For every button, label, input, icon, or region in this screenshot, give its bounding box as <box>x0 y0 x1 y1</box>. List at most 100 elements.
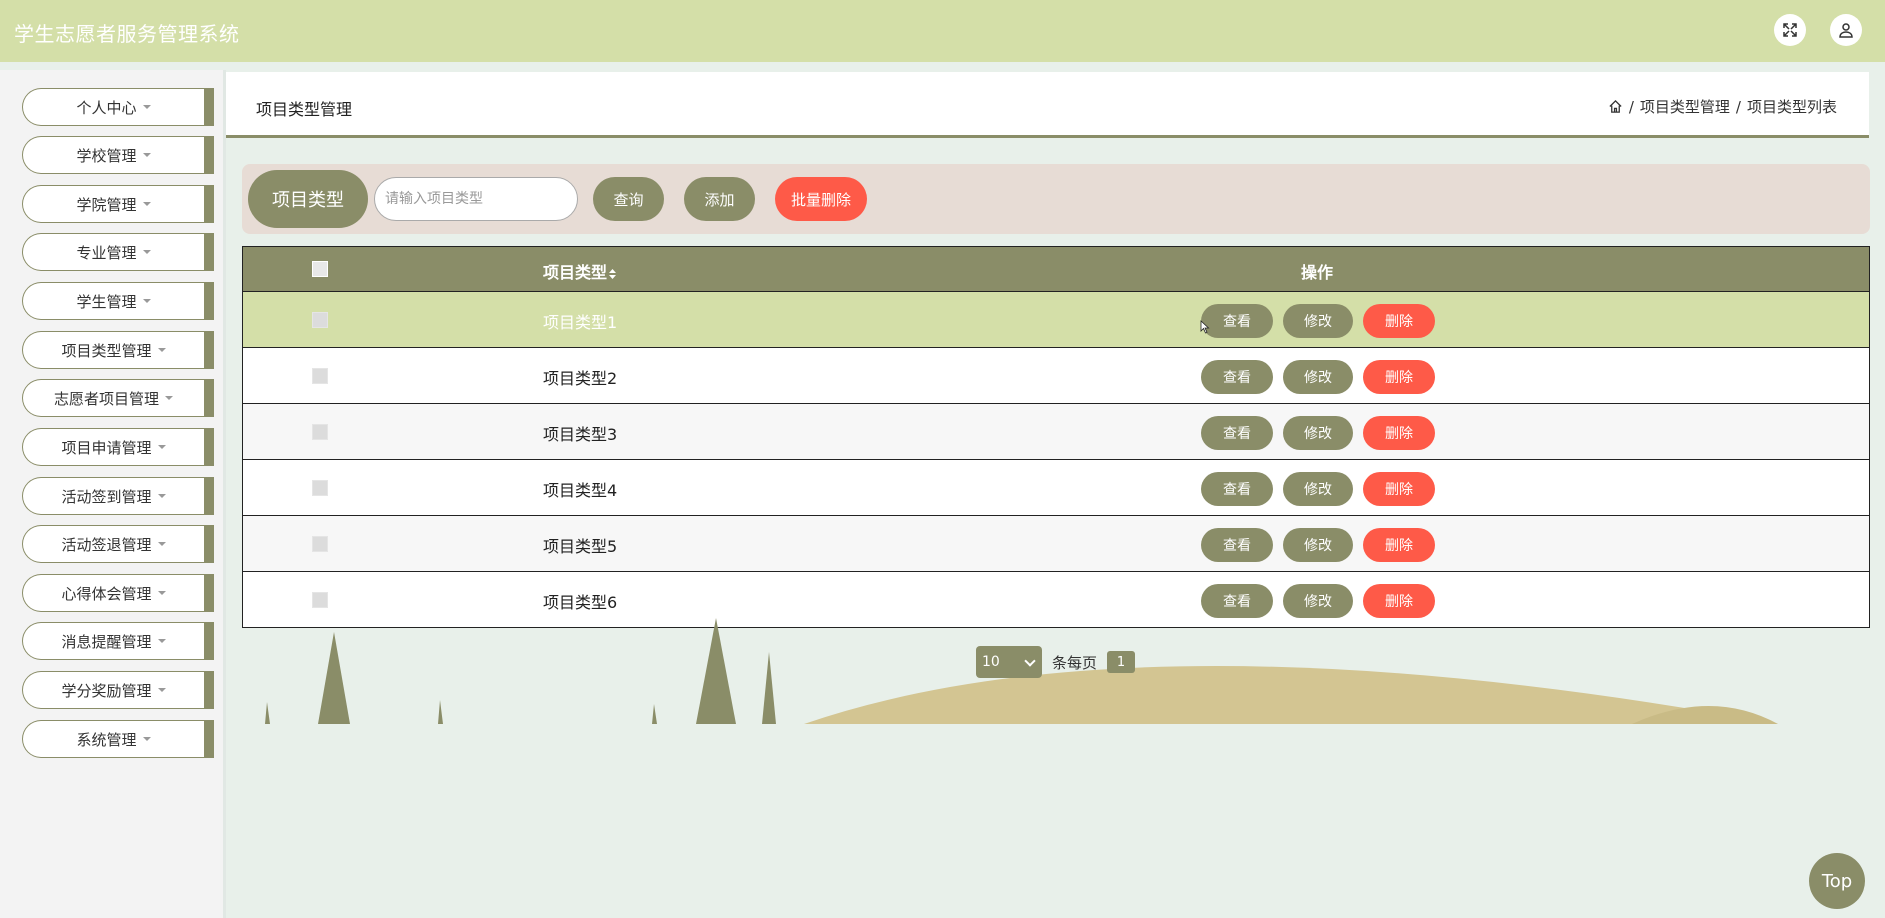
row-checkbox[interactable] <box>312 424 328 440</box>
select-all-checkbox[interactable] <box>312 261 328 277</box>
column-header-actions: 操作 <box>1301 263 1334 282</box>
sidebar-item-label: 学校管理 <box>76 146 137 165</box>
row-checkbox[interactable] <box>312 536 328 552</box>
search-input[interactable] <box>374 177 578 221</box>
back-to-top-button[interactable]: Top <box>1809 853 1865 909</box>
page-number[interactable]: 1 <box>1107 651 1136 673</box>
add-button[interactable]: 添加 <box>684 177 755 221</box>
sidebar-item-label: 专业管理 <box>76 243 137 262</box>
sidebar-item-label: 项目申请管理 <box>61 438 152 457</box>
user-button[interactable] <box>1830 14 1862 46</box>
pagination: 10 条每页 1 <box>976 646 1136 678</box>
sidebar-item-volunteer-project[interactable]: 志愿者项目管理 <box>22 379 214 417</box>
view-button[interactable]: 查看 <box>1201 304 1273 338</box>
sidebar-item-system[interactable]: 系统管理 <box>22 720 214 758</box>
breadcrumb-item[interactable]: 项目类型管理 <box>1640 96 1730 117</box>
page-size-select[interactable]: 10 <box>976 646 1042 678</box>
cell-project-type: 项目类型6 <box>543 593 618 612</box>
breadcrumb: / 项目类型管理 / 项目类型列表 <box>1608 96 1837 117</box>
view-button[interactable]: 查看 <box>1201 360 1273 394</box>
caret-down-icon <box>157 639 166 643</box>
search-label: 项目类型 <box>248 170 368 228</box>
page-header: 项目类型管理 / 项目类型管理 / 项目类型列表 <box>226 72 1869 138</box>
caret-down-icon <box>165 396 173 400</box>
per-page-label: 条每页 <box>1052 653 1098 672</box>
view-button[interactable]: 查看 <box>1201 416 1273 450</box>
sidebar-item-student[interactable]: 学生管理 <box>22 282 214 320</box>
sidebar-item-checkout[interactable]: 活动签退管理 <box>22 525 214 563</box>
expand-icon <box>1783 23 1797 37</box>
cell-project-type: 项目类型4 <box>543 481 618 500</box>
data-table: 项目类型 操作 项目类型1 查看 修改 删除 项目类型2 查看 修改 删除 项目… <box>242 246 1870 628</box>
caret-down-icon <box>142 202 151 206</box>
table-header: 项目类型 操作 <box>243 247 1869 291</box>
sidebar-item-experience[interactable]: 心得体会管理 <box>22 574 214 612</box>
breadcrumb-separator: / <box>1735 97 1741 116</box>
edit-button[interactable]: 修改 <box>1283 304 1353 338</box>
breadcrumb-separator: / <box>1628 97 1634 116</box>
search-bar: 项目类型 查询 添加 批量删除 <box>242 164 1870 234</box>
table-row[interactable]: 项目类型2 查看 修改 删除 <box>243 347 1869 403</box>
row-checkbox[interactable] <box>312 592 328 608</box>
caret-down-icon <box>157 445 166 449</box>
sidebar-item-label: 活动签到管理 <box>61 487 152 506</box>
edit-button[interactable]: 修改 <box>1283 528 1353 562</box>
table-row[interactable]: 项目类型3 查看 修改 删除 <box>243 403 1869 459</box>
view-button[interactable]: 查看 <box>1201 584 1273 618</box>
sidebar-item-label: 系统管理 <box>76 730 137 749</box>
caret-down-icon <box>157 542 166 546</box>
edit-button[interactable]: 修改 <box>1283 360 1353 394</box>
column-header-label: 项目类型 <box>543 263 608 282</box>
sort-icon[interactable] <box>608 268 617 280</box>
sidebar-item-project-apply[interactable]: 项目申请管理 <box>22 428 214 466</box>
row-checkbox[interactable] <box>312 368 328 384</box>
sidebar-item-message[interactable]: 消息提醒管理 <box>22 622 214 660</box>
home-icon[interactable] <box>1608 99 1623 114</box>
sidebar-item-label: 学分奖励管理 <box>61 681 152 700</box>
view-button[interactable]: 查看 <box>1201 528 1273 562</box>
row-checkbox[interactable] <box>312 312 328 328</box>
table-row[interactable]: 项目类型4 查看 修改 删除 <box>243 459 1869 515</box>
sidebar-item-checkin[interactable]: 活动签到管理 <box>22 477 214 515</box>
chevron-down-icon <box>1024 655 1036 667</box>
delete-button[interactable]: 删除 <box>1363 472 1435 506</box>
edit-button[interactable]: 修改 <box>1283 472 1353 506</box>
delete-button[interactable]: 删除 <box>1363 304 1435 338</box>
caret-down-icon <box>142 737 151 741</box>
caret-down-icon <box>142 250 151 254</box>
delete-button[interactable]: 删除 <box>1363 416 1435 450</box>
sidebar-item-college[interactable]: 学院管理 <box>22 185 214 223</box>
delete-button[interactable]: 删除 <box>1363 360 1435 394</box>
cell-project-type: 项目类型1 <box>543 313 618 332</box>
caret-down-icon <box>157 591 166 595</box>
sidebar-item-personal-center[interactable]: 个人中心 <box>22 88 214 126</box>
view-button[interactable]: 查看 <box>1201 472 1273 506</box>
sidebar-item-major[interactable]: 专业管理 <box>22 233 214 271</box>
caret-down-icon <box>157 688 166 692</box>
edit-button[interactable]: 修改 <box>1283 416 1353 450</box>
delete-button[interactable]: 删除 <box>1363 528 1435 562</box>
delete-button[interactable]: 删除 <box>1363 584 1435 618</box>
batch-delete-button[interactable]: 批量删除 <box>775 177 867 221</box>
sidebar-item-label: 消息提醒管理 <box>61 632 152 651</box>
sidebar: 个人中心 学校管理 学院管理 专业管理 学生管理 项目类型管理 志愿者项目管理 … <box>0 70 226 918</box>
edit-button[interactable]: 修改 <box>1283 584 1353 618</box>
caret-down-icon <box>142 299 151 303</box>
sidebar-item-label: 学生管理 <box>76 292 137 311</box>
cell-project-type: 项目类型5 <box>543 537 618 556</box>
sidebar-item-school[interactable]: 学校管理 <box>22 136 214 174</box>
app-title: 学生志愿者服务管理系统 <box>14 22 240 46</box>
sidebar-item-credit[interactable]: 学分奖励管理 <box>22 671 214 709</box>
sidebar-item-project-type[interactable]: 项目类型管理 <box>22 331 214 369</box>
column-header-type[interactable]: 项目类型 <box>543 259 617 283</box>
mouse-cursor-icon <box>1200 320 1210 334</box>
row-checkbox[interactable] <box>312 480 328 496</box>
table-row[interactable]: 项目类型1 查看 修改 删除 <box>243 291 1869 347</box>
top-bar: 学生志愿者服务管理系统 <box>0 0 1885 62</box>
query-button[interactable]: 查询 <box>593 177 664 221</box>
table-row[interactable]: 项目类型5 查看 修改 删除 <box>243 515 1869 571</box>
caret-down-icon <box>142 105 151 109</box>
sidebar-item-label: 心得体会管理 <box>61 584 152 603</box>
cell-project-type: 项目类型3 <box>543 425 618 444</box>
fullscreen-button[interactable] <box>1774 14 1806 46</box>
